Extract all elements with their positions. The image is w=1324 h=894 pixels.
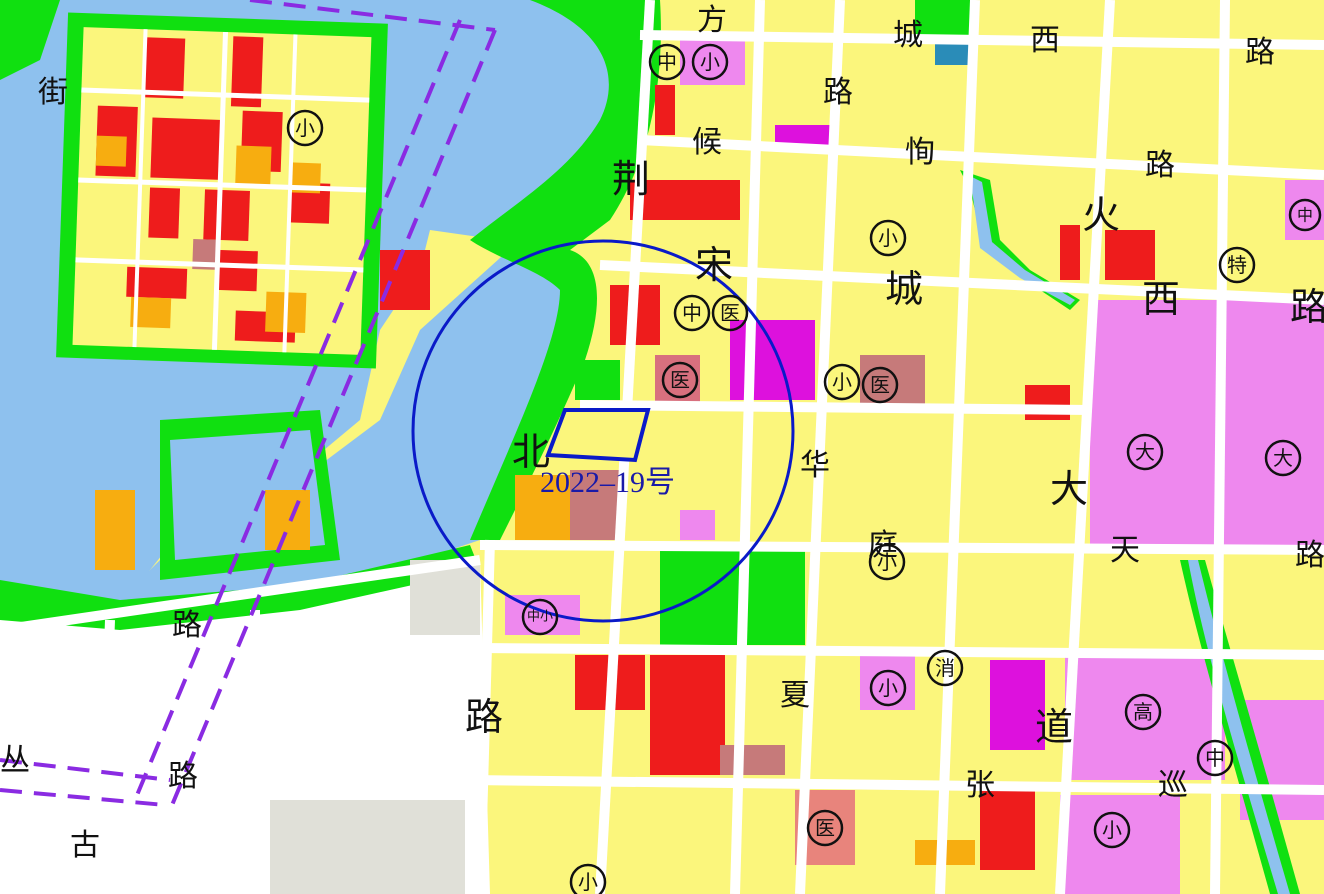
- road-label-lu: 路: [465, 695, 503, 739]
- svg-text:中小: 中小: [527, 610, 553, 625]
- svg-text:中: 中: [1297, 206, 1313, 225]
- road-label-lu: 路: [1290, 285, 1324, 329]
- road-label-xi2: 西: [1142, 277, 1180, 321]
- svg-text:小: 小: [295, 116, 315, 140]
- park-block: [915, 0, 970, 40]
- road-label-dao: 道: [1035, 705, 1073, 749]
- svg-text:中: 中: [1205, 746, 1225, 770]
- svg-text:小: 小: [578, 870, 598, 894]
- magenta-block: [775, 125, 830, 145]
- svg-text:大: 大: [1135, 440, 1155, 464]
- road-label-hua: 华: [800, 448, 830, 483]
- plot-orange: [265, 490, 310, 550]
- svg-text:小: 小: [877, 550, 897, 574]
- road-label-bei: 北: [512, 430, 550, 474]
- road-label-fang: 方: [697, 3, 727, 38]
- road-label-tian: 天: [1110, 533, 1140, 568]
- road-label-xun2: 巡: [1158, 768, 1188, 803]
- commercial-block: [650, 655, 725, 775]
- svg-text:医: 医: [670, 368, 690, 392]
- svg-text:高: 高: [1133, 700, 1153, 724]
- svg-text:中: 中: [657, 50, 677, 74]
- road-label-gu: 古: [70, 828, 100, 863]
- road-label-hou: 候: [692, 125, 722, 160]
- road-label-lu: 路: [1295, 538, 1324, 573]
- medical-block: [720, 745, 785, 775]
- svg-text:医: 医: [870, 373, 890, 397]
- road-label-zuo: 丛: [0, 743, 30, 778]
- land-use-map: 2022–19号 街 方 城 西 路 路 候 恂 路 荆 火 宋 城 西 路 北…: [0, 0, 1324, 894]
- svg-text:小: 小: [1102, 818, 1122, 842]
- svg-text:医: 医: [720, 301, 740, 325]
- road-label-zhang: 张: [965, 768, 995, 803]
- road-label-jie: 街: [38, 75, 68, 110]
- commercial-block: [655, 85, 675, 135]
- road-label-song: 宋: [695, 243, 733, 287]
- university-campus: [1090, 300, 1324, 550]
- road-label-xia: 夏: [780, 678, 810, 713]
- target-plot-label: 2022–19号: [540, 466, 675, 499]
- road-label-lu: 路: [1245, 35, 1275, 70]
- plot-red: [380, 250, 430, 310]
- svg-text:小: 小: [832, 370, 852, 394]
- commercial-block: [1105, 230, 1155, 280]
- svg-text:医: 医: [815, 816, 835, 840]
- existing-building: [270, 800, 465, 894]
- park-block: [575, 360, 620, 400]
- target-plot[interactable]: [545, 408, 651, 463]
- plot-orange: [95, 490, 135, 570]
- svg-text:小: 小: [878, 226, 898, 250]
- road-label-lu: 路: [1145, 148, 1175, 183]
- svg-text:特: 特: [1227, 253, 1247, 277]
- road-label-huo: 火: [1082, 193, 1120, 237]
- svg-text:小: 小: [878, 676, 898, 700]
- magenta-block: [730, 320, 815, 400]
- road-label-jing: 荆: [612, 157, 650, 201]
- svg-text:中: 中: [682, 301, 702, 325]
- road-label-cheng2: 城: [885, 267, 923, 311]
- road-label-lu: 路: [823, 75, 853, 110]
- road-label-da: 大: [1050, 467, 1088, 511]
- road-label-lu: 路: [172, 608, 202, 643]
- road-label-xi: 西: [1030, 23, 1060, 58]
- road-label-xun: 恂: [905, 135, 935, 170]
- school-block: [680, 510, 715, 540]
- commercial-block: [1025, 385, 1070, 420]
- road-label-lu: 路: [168, 759, 198, 794]
- svg-text:消: 消: [935, 656, 955, 680]
- commercial-block: [1060, 225, 1080, 280]
- svg-text:小: 小: [700, 50, 720, 74]
- svg-text:大: 大: [1273, 446, 1293, 470]
- road-label-cheng: 城: [893, 18, 923, 53]
- park-block: [660, 550, 805, 645]
